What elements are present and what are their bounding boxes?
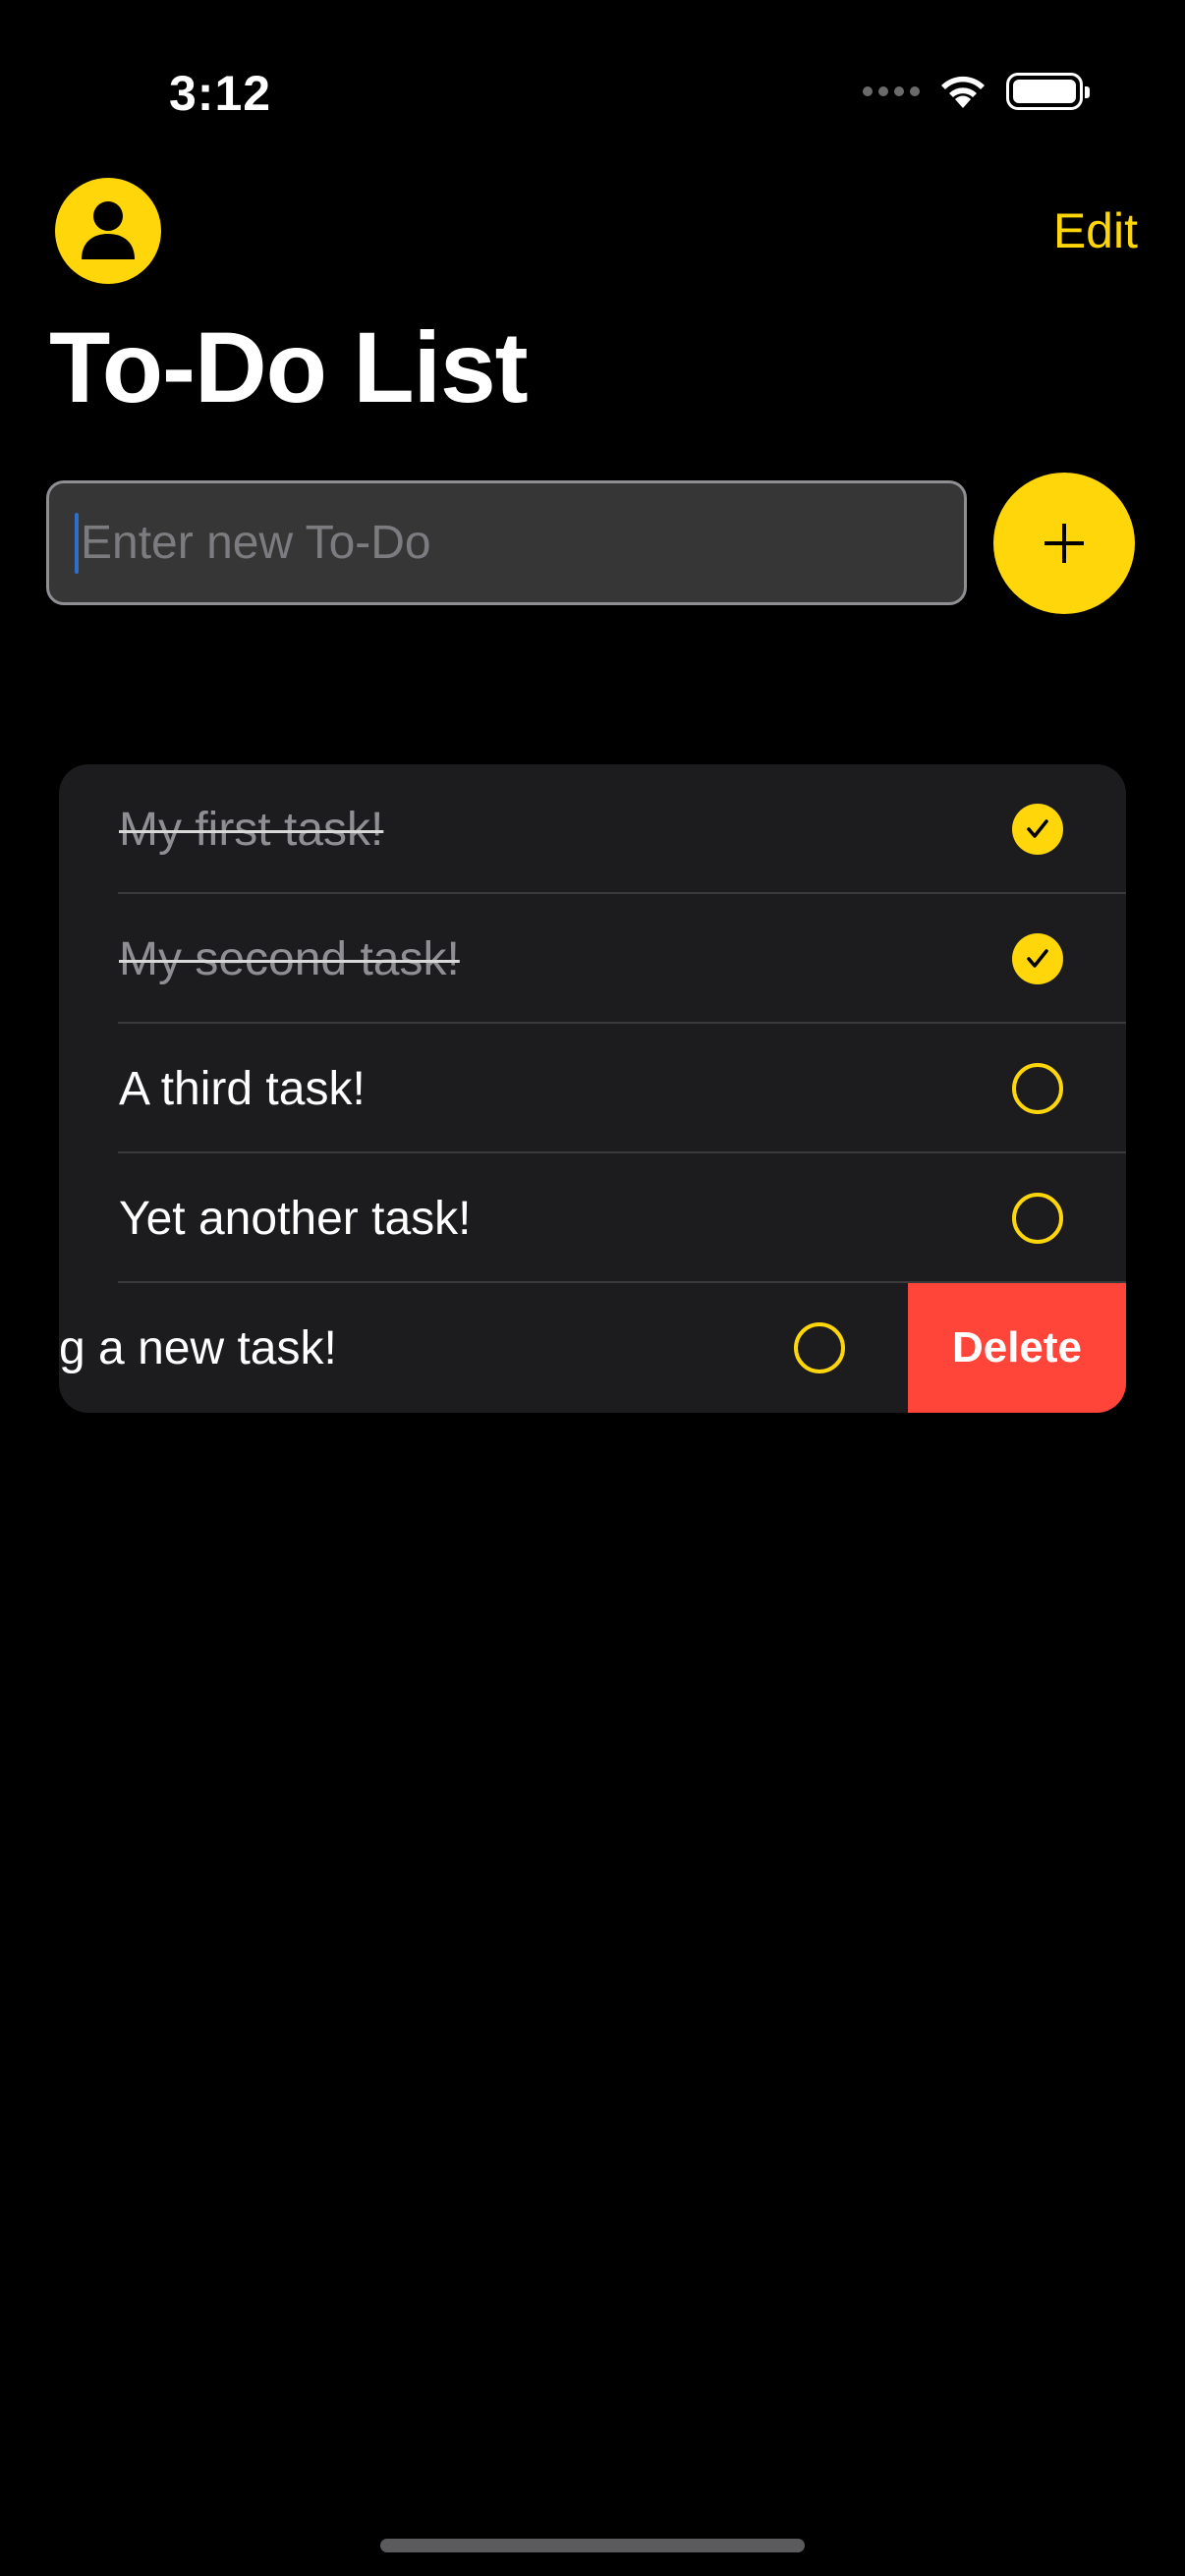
todo-row[interactable]: Yet another task!	[59, 1153, 1126, 1283]
person-circle-icon[interactable]	[55, 178, 161, 284]
todo-row-swiped[interactable]: g a new task! Delete	[59, 1283, 1126, 1413]
cellular-signal-icon	[863, 86, 920, 96]
screen: 3:12 Edit To-Do List Enter new To-Do My …	[0, 0, 1185, 2576]
status-time: 3:12	[169, 66, 272, 121]
delete-button[interactable]: Delete	[908, 1283, 1126, 1413]
home-indicator[interactable]	[380, 2539, 805, 2552]
todo-list: My first task! My second task! A third t…	[59, 764, 1126, 1413]
todo-row[interactable]: My second task!	[59, 894, 1126, 1024]
page-title: To-Do List	[49, 311, 529, 423]
battery-icon	[1006, 73, 1090, 110]
checkmark-circle-icon[interactable]	[1012, 804, 1063, 855]
add-todo-button[interactable]	[993, 473, 1135, 614]
empty-circle-icon[interactable]	[794, 1322, 845, 1373]
todo-row[interactable]: My first task!	[59, 764, 1126, 894]
todo-label: My first task!	[119, 803, 384, 856]
todo-row[interactable]: A third task!	[59, 1024, 1126, 1153]
text-cursor	[75, 513, 79, 574]
wifi-icon	[937, 73, 988, 110]
todo-label: Yet another task!	[119, 1192, 472, 1245]
todo-label: g a new task!	[59, 1321, 337, 1374]
todo-label: A third task!	[119, 1062, 366, 1115]
status-icons	[863, 73, 1090, 110]
empty-circle-icon[interactable]	[1012, 1063, 1063, 1114]
plus-icon	[1044, 524, 1084, 563]
todo-label: My second task!	[119, 932, 460, 985]
new-todo-input[interactable]	[46, 480, 967, 605]
checkmark-circle-icon[interactable]	[1012, 933, 1063, 984]
edit-button[interactable]: Edit	[1053, 202, 1138, 259]
empty-circle-icon[interactable]	[1012, 1193, 1063, 1244]
